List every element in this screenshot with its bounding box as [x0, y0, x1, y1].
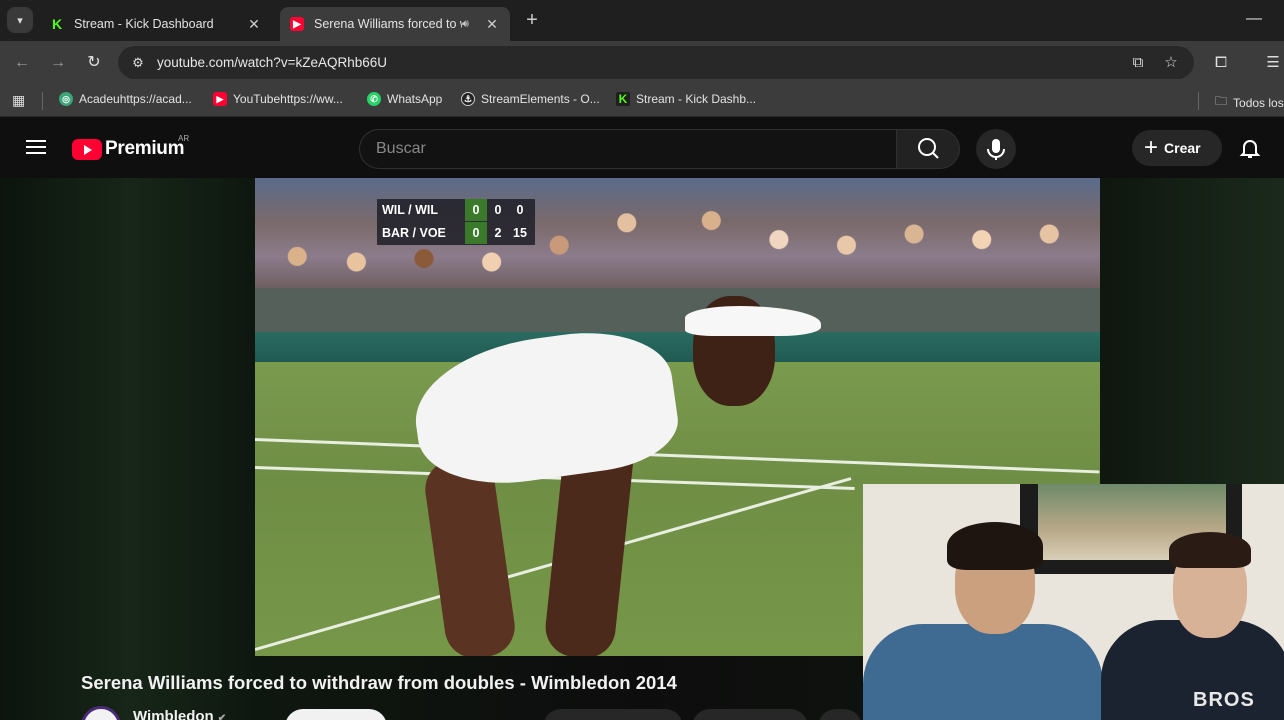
country-code: AR	[178, 134, 190, 143]
bookmark-kick[interactable]: K Stream - Kick Dashb...	[616, 92, 756, 106]
close-icon[interactable]: ✕	[484, 16, 500, 33]
address-bar[interactable]: ⚙︎ youtube.com/watch?v=kZeAQRhb66U ⧉ ☆	[118, 46, 1194, 79]
arrow-right-icon: →	[50, 54, 66, 71]
bookmark-streamelements[interactable]: ⚓︎ StreamElements - O...	[461, 92, 600, 106]
menu-icon[interactable]	[24, 136, 48, 160]
bookmark-label: WhatsApp	[387, 92, 443, 106]
minimize-window-button[interactable]: —	[1246, 10, 1262, 28]
globe-icon: ◎	[59, 92, 73, 106]
video-frame-tarp	[255, 332, 1100, 364]
search-icon	[918, 138, 939, 159]
search-input[interactable]: Buscar	[359, 129, 897, 169]
browser-toolbar: ← → ↻ ⚙︎ youtube.com/watch?v=kZeAQRhb66U…	[0, 41, 1284, 84]
notifications-icon[interactable]	[1238, 136, 1262, 160]
video-title: Serena Williams forced to withdraw from …	[81, 672, 677, 693]
back-button[interactable]: ←	[11, 52, 33, 74]
reading-list-icon[interactable]: ☰	[1262, 52, 1284, 74]
streamelements-icon: ⚓︎	[461, 92, 475, 106]
bookmarks-bar: ▦ ◎ Acadeuhttps://acad... ▶ YouTubehttps…	[0, 84, 1284, 117]
microphone-icon	[987, 139, 1005, 160]
youtube-play-icon	[72, 138, 102, 160]
youtube-header: Premium AR Buscar + Crear	[0, 118, 1284, 178]
apps-button[interactable]: ▦	[12, 92, 25, 109]
search-button[interactable]	[896, 129, 960, 169]
tab-youtube-video[interactable]: ▶ Serena Williams forced to wi 🔊︎ ✕	[280, 7, 510, 41]
bookmark-whatsapp[interactable]: ✆ WhatsApp	[367, 92, 442, 106]
tab-kick-dashboard[interactable]: K Stream - Kick Dashboard ✕	[40, 7, 272, 41]
star-icon[interactable]: ☆	[1161, 53, 1181, 73]
scoreboard-points: 0	[516, 203, 524, 217]
youtube-favicon-icon: ▶	[290, 17, 304, 31]
bookmark-acadeu[interactable]: ◎ Acadeuhttps://acad...	[59, 92, 192, 106]
grid-icon: ▦	[12, 92, 26, 108]
scoreboard-row: BAR / VOE 0 2 15	[377, 222, 535, 244]
youtube-icon: ▶	[213, 92, 227, 106]
search-placeholder: Buscar	[376, 140, 426, 157]
channel-name[interactable]: Wimbledon ✔	[133, 708, 226, 720]
speaker-icon[interactable]: 🔊︎	[462, 18, 478, 31]
webcam-overlay: BROS	[863, 484, 1284, 720]
plus-icon: +	[1144, 134, 1159, 161]
scoreboard-games: 2	[494, 226, 502, 240]
bookmark-label: StreamElements - O...	[481, 92, 600, 106]
webcam-person	[947, 522, 1043, 570]
bookmark-youtube[interactable]: ▶ YouTubehttps://ww...	[213, 92, 343, 106]
youtube-logo[interactable]: Premium AR	[72, 134, 189, 160]
voice-search-button[interactable]	[976, 129, 1016, 169]
close-icon[interactable]: ✕	[246, 16, 262, 33]
reload-icon: ↻	[87, 54, 101, 71]
bookmarks-folder[interactable]: 🗀︎ Todos los	[1215, 92, 1284, 113]
bookmark-folder-label: Todos los	[1233, 95, 1284, 110]
bookmark-label: Acadeuhttps://acad...	[79, 92, 192, 106]
scoreboard-points: 15	[513, 226, 527, 240]
scoreboard-team: WIL / WIL	[382, 203, 439, 217]
tab-search-button[interactable]: ▾	[7, 7, 33, 33]
scoreboard-sets: 0	[465, 222, 487, 244]
shirt-text: BROS	[1193, 689, 1255, 711]
tab-title: Stream - Kick Dashboard	[74, 17, 214, 31]
site-info-icon[interactable]: ⚙︎	[128, 53, 148, 73]
like-dislike-button[interactable]	[543, 709, 683, 720]
scoreboard-team: BAR / VOE	[382, 226, 446, 240]
new-tab-button[interactable]: +	[522, 9, 542, 31]
logo-text: Premium	[105, 138, 185, 159]
whatsapp-icon: ✆	[367, 92, 381, 106]
create-label: Crear	[1164, 140, 1201, 156]
verified-icon: ✔	[217, 713, 227, 720]
webcam-person	[1169, 532, 1251, 568]
scoreboard-sets: 0	[465, 199, 487, 221]
url-text[interactable]: youtube.com/watch?v=kZeAQRhb66U	[157, 55, 387, 70]
tab-title: Serena Williams forced to wi	[314, 17, 462, 31]
reload-button[interactable]: ↻	[83, 52, 105, 74]
install-app-icon[interactable]: ⧉	[1128, 53, 1148, 73]
bookmark-label: Stream - Kick Dashb...	[636, 92, 757, 106]
kick-favicon-icon: K	[50, 16, 64, 32]
extensions-icon[interactable]: ⧠	[1210, 52, 1232, 74]
arrow-left-icon: ←	[14, 54, 30, 71]
scoreboard-games: 0	[494, 203, 502, 217]
create-button[interactable]: + Crear	[1132, 130, 1222, 166]
subscribe-button[interactable]	[285, 709, 387, 720]
share-button[interactable]	[692, 709, 808, 720]
forward-button[interactable]: →	[47, 52, 69, 74]
channel-name-text: Wimbledon	[133, 708, 214, 720]
scoreboard: WIL / WIL 0 0 0 BAR / VOE 0 2 15	[377, 199, 535, 245]
bookmark-label: YouTubehttps://ww...	[233, 92, 343, 106]
kick-icon: K	[616, 92, 630, 106]
scoreboard-row: WIL / WIL 0 0 0	[377, 199, 535, 221]
folder-icon: 🗀︎	[1215, 94, 1228, 108]
divider	[42, 92, 43, 110]
webcam-person	[863, 624, 1103, 720]
browser-tab-strip: ▾ K Stream - Kick Dashboard ✕ ▶ Serena W…	[0, 0, 1284, 41]
divider	[1198, 92, 1199, 110]
chevron-down-icon: ▾	[17, 14, 23, 27]
